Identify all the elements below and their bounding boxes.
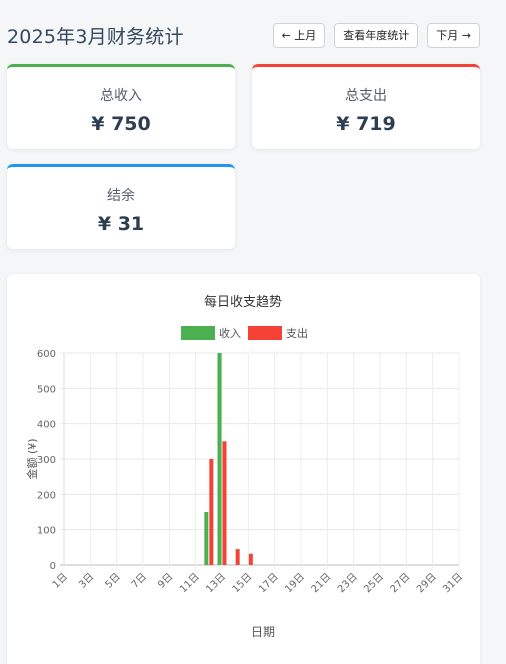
x-tick-label: 17日 (257, 571, 281, 595)
x-tick-label: 19日 (283, 571, 307, 595)
x-tick-label: 15日 (231, 571, 255, 595)
income-bar[interactable] (217, 353, 222, 565)
x-tick-label: 29日 (415, 571, 439, 595)
y-tick-label: 300 (37, 455, 56, 466)
x-tick-label: 27日 (389, 571, 413, 595)
income-card: 总收入 ¥ 750 (7, 64, 235, 149)
chart-card: 每日收支趋势 收入 支出 0 100 200 300 400 500 600 1日 3日 5日 7日… (7, 274, 480, 664)
next-month-button[interactable]: 下月 → (427, 22, 480, 48)
x-tick-label: 11日 (178, 571, 202, 595)
legend-income-label[interactable]: 收入 (219, 326, 241, 340)
balance-label: 结余 (107, 188, 135, 204)
expense-bar[interactable] (235, 549, 240, 565)
expense-bar[interactable] (248, 553, 253, 565)
y-axis-label: 金额 (¥) (25, 438, 39, 479)
month-nav: ← 上月 查看年度统计 下月 → (272, 22, 480, 48)
income-value: ¥ 750 (91, 113, 151, 135)
legend-expense-label[interactable]: 支出 (286, 326, 308, 340)
x-tick-label: 13日 (204, 571, 228, 595)
y-tick-label: 100 (37, 526, 56, 537)
x-tick-label: 5日 (103, 571, 122, 590)
balance-value: ¥ 31 (97, 213, 145, 235)
x-tick-label: 31日 (441, 571, 465, 595)
x-tick-label: 23日 (336, 571, 360, 595)
x-tick-label: 1日 (51, 571, 70, 590)
daily-trend-chart: 每日收支趋势 收入 支出 0 100 200 300 400 500 600 1日 3日 5日 7日… (25, 294, 465, 639)
x-tick-label: 25日 (362, 571, 386, 595)
x-tick-label: 7日 (130, 571, 149, 590)
page-title: 2025年3月财务统计 (7, 25, 184, 48)
x-axis-label: 日期 (251, 625, 275, 639)
prev-month-button[interactable]: ← 上月 (272, 22, 326, 48)
y-tick-label: 0 (50, 561, 56, 572)
legend-expense-swatch[interactable] (248, 326, 282, 340)
chart-title: 每日收支趋势 (204, 294, 282, 310)
balance-card: 结余 ¥ 31 (7, 164, 235, 249)
x-tick-label: 9日 (156, 571, 175, 590)
income-bar[interactable] (204, 512, 209, 565)
x-tick-label: 3日 (77, 571, 96, 590)
expense-card: 总支出 ¥ 719 (252, 64, 480, 149)
page-header: 2025年3月财务统计 ← 上月 查看年度统计 下月 → (7, 18, 480, 52)
expense-bar[interactable] (222, 441, 227, 565)
income-label: 总收入 (100, 88, 142, 104)
y-tick-label: 500 (37, 384, 56, 395)
year-stats-button[interactable]: 查看年度统计 (334, 22, 419, 48)
legend-income-swatch[interactable] (181, 326, 215, 340)
expense-bar[interactable] (209, 459, 214, 565)
y-tick-label: 400 (37, 420, 56, 431)
expense-label: 总支出 (345, 88, 387, 104)
y-tick-label: 600 (37, 349, 56, 360)
expense-value: ¥ 719 (336, 113, 396, 135)
x-tick-label: 21日 (310, 571, 334, 595)
y-tick-label: 200 (37, 490, 56, 501)
